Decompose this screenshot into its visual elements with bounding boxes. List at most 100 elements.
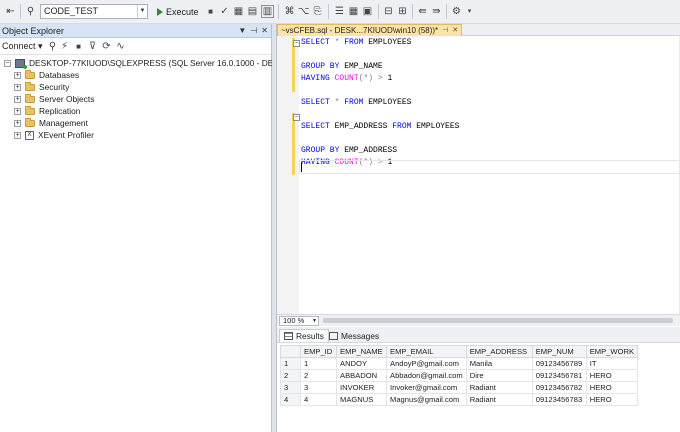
results-file-icon[interactable]: ⎘ [311,5,324,18]
tree-node-databases[interactable]: + Databases [14,69,79,81]
panel-menu-icon[interactable]: ▼ [238,24,246,38]
code-line[interactable]: SELECT * FROM EMPLOYEES [301,37,411,48]
refresh-icon[interactable]: ⟳ [100,40,113,53]
results-to-grid-icon[interactable]: ▦ [347,5,360,18]
execute-button[interactable]: Execute [157,5,199,18]
collapse-icon[interactable]: − [4,59,11,67]
row-number[interactable]: 3 [280,381,301,394]
tab-results[interactable]: Results [279,329,329,342]
table-cell[interactable]: HERO [585,369,639,382]
column-header[interactable]: EMP_ID [300,345,337,358]
table-cell[interactable]: HERO [585,393,639,406]
code-line[interactable]: SELECT EMP_ADDRESS FROM EMPLOYEES [301,121,459,132]
tree-node-management[interactable]: + Management [14,117,88,129]
table-cell[interactable]: HERO [585,381,639,394]
customize-icon[interactable]: ▾ [463,5,476,18]
table-cell[interactable]: 4 [300,393,337,406]
chevron-down-icon[interactable]: ▼ [312,317,317,325]
table-cell[interactable]: INVOKER [336,381,387,394]
display-plan-icon[interactable]: ▦ [232,5,245,18]
stop-icon[interactable]: ■ [72,40,85,53]
expand-icon[interactable]: + [14,71,21,79]
fold-collapse-icon[interactable]: − [293,114,300,121]
zoom-select[interactable]: 100 % ▼ [279,316,319,326]
row-number[interactable]: 1 [280,357,301,370]
query-editor[interactable]: − − SELECT * FROM EMPLOYEES GROUP BY EMP_… [277,36,680,314]
table-cell[interactable]: Radiant [465,393,533,406]
indent-icon[interactable]: ⇤ [4,5,17,18]
table-cell[interactable]: 09123456789 [531,357,587,370]
comment-icon[interactable]: ⊟ [382,5,395,18]
uncomment-icon[interactable]: ⊞ [396,5,409,18]
results-to-text-icon[interactable]: ☰ [333,5,346,18]
table-cell[interactable]: 09123456783 [531,393,587,406]
column-header[interactable]: EMP_NAME [336,345,387,358]
table-cell[interactable]: Manila [465,357,533,370]
column-header[interactable]: EMP_NUM [531,345,587,358]
table-cell[interactable]: Invoker@gmail.com [386,381,467,394]
table-cell[interactable]: Radiant [465,381,533,394]
activity-monitor-icon[interactable]: ∿ [114,40,127,53]
chevron-down-icon[interactable]: ▼ [137,5,147,18]
row-number[interactable]: 2 [280,369,301,382]
results-to-file-icon[interactable]: ▣ [361,5,374,18]
table-row[interactable]: 4 4 MAGNUS Magnus@gmail.com Radiant 091234567… [280,393,639,406]
horizontal-scrollbar[interactable] [323,318,673,323]
specify-values-icon[interactable]: ⚙ [450,5,463,18]
table-cell[interactable]: AndoyP@gmail.com [386,357,467,370]
expand-icon[interactable]: + [14,83,21,91]
row-number-header[interactable] [280,345,301,358]
table-cell[interactable]: Magnus@gmail.com [386,393,467,406]
decrease-indent-icon[interactable]: ⇚ [416,5,429,18]
pin-icon[interactable]: ⊣ [442,25,448,36]
close-icon[interactable]: ✕ [452,25,458,36]
tree-node-xevent-profiler[interactable]: + X XEvent Profiler [14,129,94,141]
parse-check-icon[interactable]: ✓ [218,5,231,18]
table-cell[interactable]: IT [585,357,639,370]
column-header[interactable]: EMP_WORK [585,345,639,358]
stop-icon[interactable]: ■ [204,5,217,18]
connect-icon[interactable]: ⚲ [24,5,37,18]
table-row[interactable]: 2 2 ABBADON Abbadon@gmail.com Dire 0912345678… [280,369,639,382]
intellisense-icon[interactable]: ⌥ [297,5,310,18]
tab-messages[interactable]: Messages [325,329,383,342]
code-line[interactable]: GROUP BY EMP_ADDRESS [301,145,397,156]
pin-icon[interactable]: ⊣ [250,24,257,38]
expand-icon[interactable]: + [14,107,21,115]
disconnect-icon[interactable]: ⚡ [58,40,71,53]
table-cell[interactable]: MAGNUS [336,393,387,406]
results-text-icon[interactable]: ▤ [246,5,259,18]
row-number[interactable]: 4 [280,393,301,406]
database-select[interactable]: CODE_TEST ▼ [40,4,148,19]
table-cell[interactable]: ABBADON [336,369,387,382]
connect-button[interactable]: Connect ▾ [2,41,43,52]
table-cell[interactable]: 1 [300,357,337,370]
increase-indent-icon[interactable]: ⇛ [430,5,443,18]
fold-collapse-icon[interactable]: − [293,40,300,47]
results-grid-icon[interactable]: ▥ [261,5,274,18]
filter-icon[interactable]: ⊽ [86,40,99,53]
tab-query[interactable]: ~vsCFEB.sql - DESK...7KIUOD\win10 (58))*… [277,24,463,36]
column-header[interactable]: EMP_EMAIL [386,345,467,358]
table-cell[interactable]: 3 [300,381,337,394]
table-cell[interactable]: ANDOY [336,357,387,370]
expand-icon[interactable]: + [14,119,21,127]
tree-node-replication[interactable]: + Replication [14,105,80,117]
expand-icon[interactable]: + [14,95,21,103]
table-row[interactable]: 1 1 ANDOY AndoyP@gmail.com Manila 09123456789… [280,357,639,370]
code-line[interactable]: GROUP BY EMP_NAME [301,61,383,72]
tree-node-security[interactable]: + Security [14,81,69,93]
code-line[interactable]: HAVING COUNT(*) > 1 [301,73,392,84]
table-row[interactable]: 3 3 INVOKER Invoker@gmail.com Radiant 0912345… [280,381,639,394]
table-cell[interactable]: 2 [300,369,337,382]
column-header[interactable]: EMP_ADDRESS [465,345,533,358]
table-cell[interactable]: 09123456781 [531,369,587,382]
table-cell[interactable]: Abbadon@gmail.com [386,369,467,382]
tree-node-server-objects[interactable]: + Server Objects [14,93,94,105]
query-options-icon[interactable]: ⌘ [283,5,296,18]
table-cell[interactable]: Dire [465,369,533,382]
table-cell[interactable]: 09123456782 [531,381,587,394]
code-line[interactable]: SELECT * FROM EMPLOYEES [301,97,411,108]
close-icon[interactable]: ✕ [261,24,268,38]
expand-icon[interactable]: + [14,131,21,139]
